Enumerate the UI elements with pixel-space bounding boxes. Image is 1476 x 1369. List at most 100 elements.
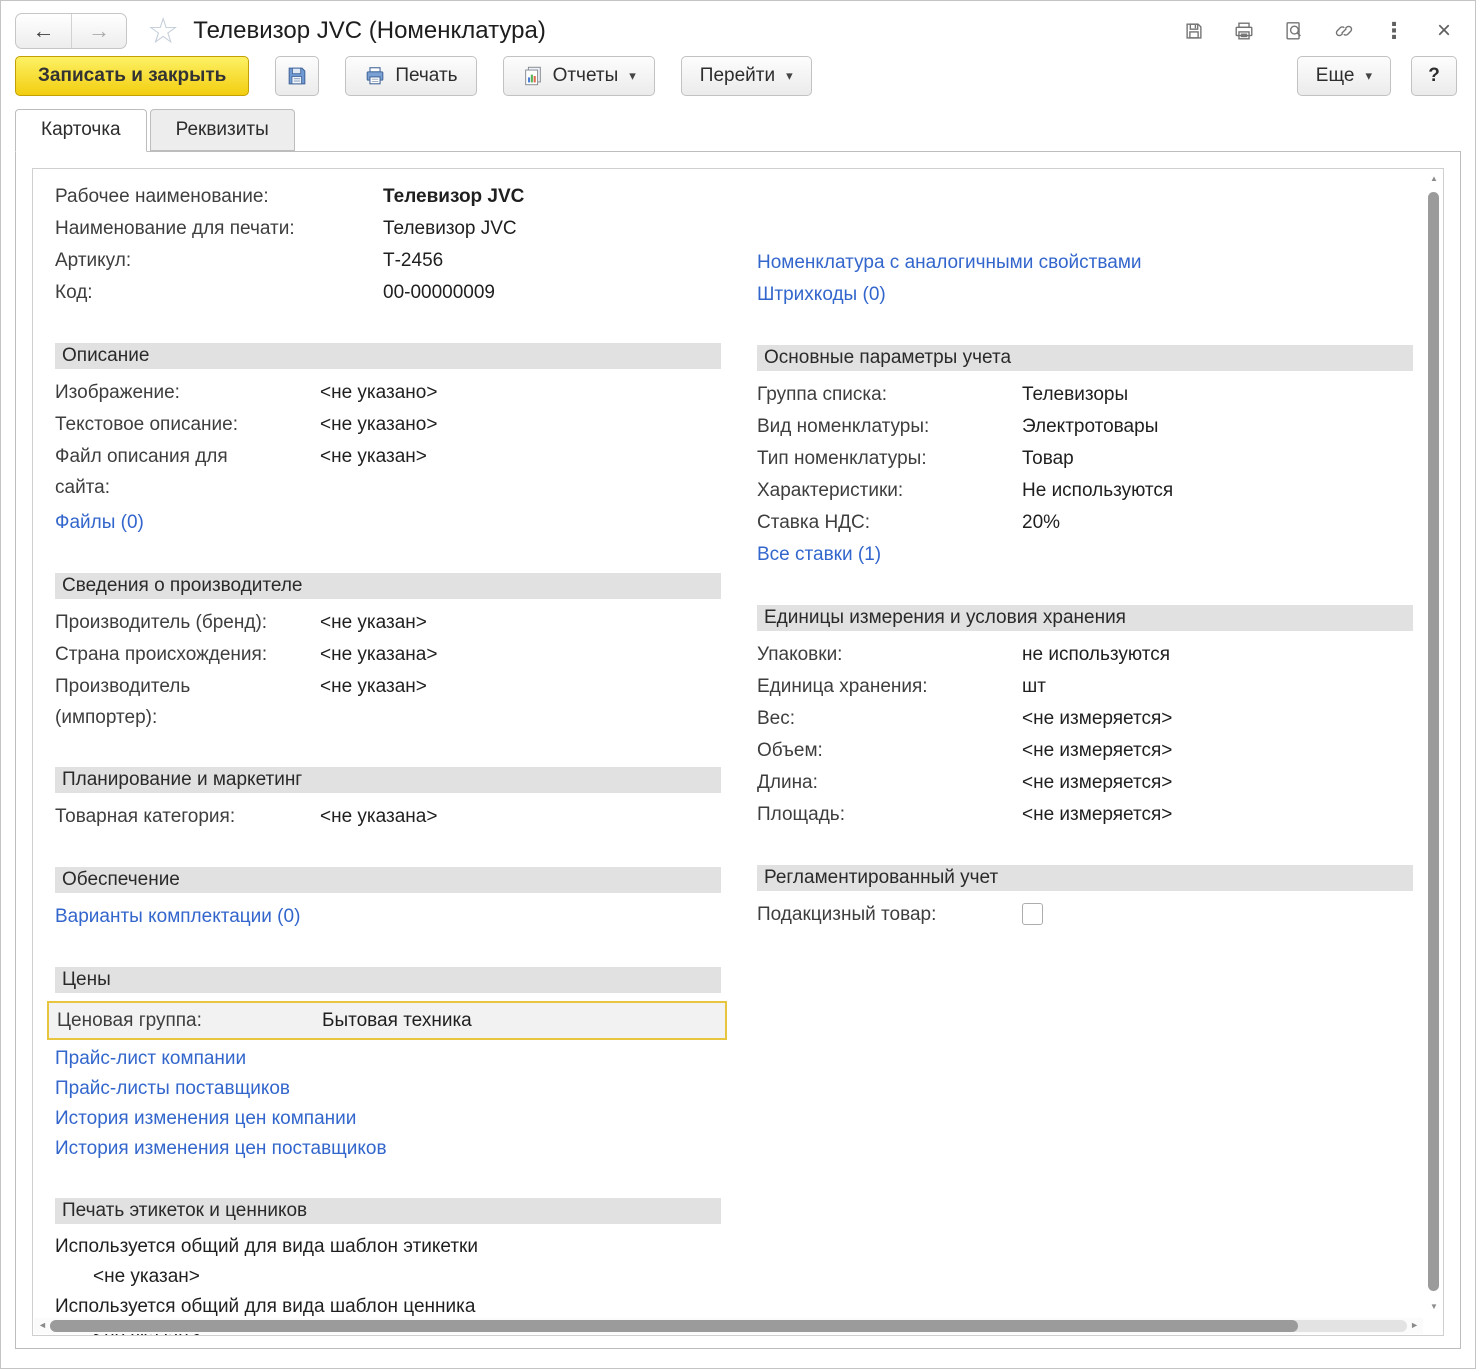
scroll-left-icon[interactable]: ◄	[38, 1320, 47, 1330]
window-title: Телевизор JVC (Номенклатура)	[193, 17, 546, 45]
kebab-menu-icon[interactable]: ⋮	[1381, 18, 1407, 44]
area-label: Площадь:	[757, 799, 1022, 830]
preview-icon[interactable]	[1281, 18, 1307, 44]
supplier-price-lists-link-text[interactable]: Прайс-листы поставщиков	[55, 1078, 290, 1099]
section-accounting-header: Основные параметры учета	[757, 345, 1413, 371]
section-units: Единицы измерения и условия хранения Упа…	[757, 605, 1413, 831]
tab-details[interactable]: Реквизиты	[150, 109, 295, 151]
forward-button[interactable]: →	[71, 14, 126, 48]
label-template-text: Используется общий для вида шаблон этике…	[55, 1232, 721, 1262]
supplier-price-lists-link[interactable]: Прайс-листы поставщиков	[55, 1074, 721, 1104]
price-group-row-highlighted[interactable]: Ценовая группа: Бытовая техника	[47, 1001, 727, 1040]
files-link[interactable]: Файлы (0)	[55, 507, 721, 539]
category-label: Товарная категория:	[55, 801, 320, 832]
print-name-label: Наименование для печати:	[55, 213, 383, 244]
volume-value: <не измеряется>	[1022, 735, 1172, 767]
scroll-down-icon[interactable]: ▼	[1426, 1302, 1442, 1311]
link-icon[interactable]	[1331, 18, 1357, 44]
back-button[interactable]: ←	[16, 14, 71, 48]
nomenclature-type-label: Тип номенклатуры:	[757, 443, 1022, 474]
code-label: Код:	[55, 277, 383, 308]
section-planning: Планирование и маркетинг Товарная катего…	[55, 767, 721, 833]
section-prices: Цены Ценовая группа: Бытовая техника Пра…	[55, 967, 721, 1164]
supplier-price-history-link-text[interactable]: История изменения цен поставщиков	[55, 1138, 387, 1159]
excisable-row: Подакцизный товар:	[757, 899, 1413, 931]
navigate-button[interactable]: Перейти ▾	[681, 56, 812, 96]
code-row: Код: 00-00000009	[55, 277, 721, 309]
tab-bar: Карточка Реквизиты	[15, 109, 1461, 151]
site-file-value: <не указан>	[320, 441, 427, 503]
vat-rate-value: 20%	[1022, 507, 1060, 539]
save-button[interactable]	[275, 56, 319, 96]
excisable-checkbox[interactable]	[1022, 903, 1043, 925]
company-price-list-link[interactable]: Прайс-лист компании	[55, 1044, 721, 1074]
files-link-text[interactable]: Файлы (0)	[55, 512, 144, 533]
article-label: Артикул:	[55, 245, 383, 276]
text-description-row: Текстовое описание: <не указано>	[55, 409, 721, 441]
chevron-down-icon: ▾	[1365, 68, 1372, 84]
card-content: Рабочее наименование: Телевизор JVC Наим…	[33, 169, 1443, 1335]
similar-properties-link-text[interactable]: Номенклатура с аналогичными свойствами	[757, 252, 1142, 273]
nomenclature-kind-value: Электротовары	[1022, 411, 1158, 443]
company-price-history-link[interactable]: История изменения цен компании	[55, 1104, 721, 1134]
kit-variants-link-text[interactable]: Варианты комплектации (0)	[55, 906, 300, 927]
scroll-right-icon[interactable]: ►	[1410, 1320, 1419, 1330]
all-rates-link[interactable]: Все ставки (1)	[757, 539, 1413, 571]
text-description-label: Текстовое описание:	[55, 409, 320, 440]
barcodes-link[interactable]: Штрихкоды (0)	[757, 279, 1413, 311]
section-supply-header: Обеспечение	[55, 867, 721, 893]
back-arrow-icon: ←	[33, 18, 55, 44]
tab-card[interactable]: Карточка	[15, 109, 147, 152]
right-top-spacer	[757, 181, 1413, 247]
price-group-value: Бытовая техника	[322, 1005, 472, 1036]
vertical-scrollbar-thumb[interactable]	[1428, 192, 1439, 1291]
favorite-star-icon[interactable]: ☆	[147, 13, 179, 49]
article-value: Т-2456	[383, 245, 443, 277]
supplier-price-history-link[interactable]: История изменения цен поставщиков	[55, 1134, 721, 1164]
vertical-scrollbar[interactable]: ▲ ▼	[1426, 170, 1442, 1313]
importer-value: <не указан>	[320, 671, 427, 733]
nomenclature-type-value: Товар	[1022, 443, 1074, 475]
section-prices-header: Цены	[55, 967, 721, 993]
toolbar-right: Еще ▾ ?	[1297, 56, 1457, 96]
help-button[interactable]: ?	[1411, 56, 1457, 96]
weight-label: Вес:	[757, 703, 1022, 734]
packages-value: не используются	[1022, 639, 1170, 671]
section-manufacturer-header: Сведения о производителе	[55, 573, 721, 599]
horizontal-scrollbar[interactable]: ◄ ►	[34, 1318, 1423, 1334]
kit-variants-link[interactable]: Варианты комплектации (0)	[55, 901, 721, 933]
horizontal-scrollbar-thumb[interactable]	[50, 1320, 1298, 1332]
company-price-list-link-text[interactable]: Прайс-лист компании	[55, 1048, 246, 1069]
horizontal-scrollbar-track[interactable]	[50, 1320, 1407, 1332]
save-icon[interactable]	[1181, 18, 1207, 44]
working-name-value: Телевизор JVC	[383, 181, 524, 213]
company-price-history-link-text[interactable]: История изменения цен компании	[55, 1108, 356, 1129]
print-button[interactable]: Печать	[345, 56, 476, 96]
print-label: Печать	[395, 65, 457, 87]
print-icon[interactable]	[1231, 18, 1257, 44]
brand-label: Производитель (бренд):	[55, 607, 320, 638]
close-icon[interactable]: ×	[1431, 18, 1457, 44]
similar-properties-link[interactable]: Номенклатура с аналогичными свойствами	[757, 247, 1413, 279]
barcodes-link-text[interactable]: Штрихкоды (0)	[757, 284, 886, 305]
chevron-down-icon: ▾	[629, 68, 636, 84]
price-links: Прайс-лист компании Прайс-листы поставщи…	[55, 1044, 721, 1164]
save-and-close-button[interactable]: Записать и закрыть	[15, 56, 249, 96]
all-rates-link-text[interactable]: Все ставки (1)	[757, 544, 881, 565]
text-description-value: <не указано>	[320, 409, 437, 441]
characteristics-label: Характеристики:	[757, 475, 1022, 506]
chevron-down-icon: ▾	[786, 68, 793, 84]
site-file-row: Файл описания для сайта: <не указан>	[55, 441, 721, 503]
vat-rate-row: Ставка НДС: 20%	[757, 507, 1413, 539]
scroll-up-icon[interactable]: ▲	[1426, 174, 1442, 183]
weight-value: <не измеряется>	[1022, 703, 1172, 735]
section-accounting: Основные параметры учета Группа списка: …	[757, 345, 1413, 571]
importer-row: Производитель (импортер): <не указан>	[55, 671, 721, 733]
more-button[interactable]: Еще ▾	[1297, 56, 1391, 96]
report-icon	[522, 65, 544, 87]
printer-icon	[364, 65, 386, 87]
section-regulated: Регламентированный учет Подакцизный това…	[757, 865, 1413, 931]
area-value: <не измеряется>	[1022, 799, 1172, 831]
vat-rate-label: Ставка НДС:	[757, 507, 1022, 538]
reports-button[interactable]: Отчеты ▾	[503, 56, 655, 96]
